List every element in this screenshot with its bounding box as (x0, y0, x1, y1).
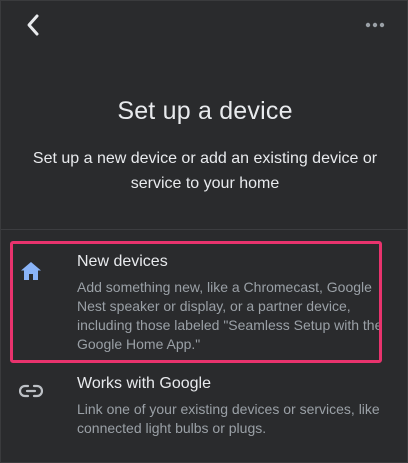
page-header: Set up a device Set up a new device or a… (1, 97, 408, 196)
more-horizontal-icon (365, 22, 385, 28)
works-with-google-option[interactable]: Works with Google Link one of your exist… (1, 371, 408, 441)
works-with-google-label: Works with Google (77, 375, 211, 392)
page-subtitle: Set up a new device or add an existing d… (32, 150, 378, 192)
chevron-left-icon (27, 14, 39, 36)
new-devices-label: New devices (77, 253, 168, 270)
app-screen: Set up a device Set up a new device or a… (0, 0, 408, 463)
more-options-button[interactable] (361, 13, 389, 37)
link-icon (19, 379, 43, 403)
works-with-google-text: Works with Google Link one of your exist… (77, 374, 395, 438)
back-button[interactable] (19, 11, 47, 39)
page-title: Set up a device (117, 97, 293, 125)
new-devices-option[interactable]: New devices Add something new, like a Ch… (1, 249, 408, 359)
home-icon (19, 259, 43, 283)
new-devices-text: New devices Add something new, like a Ch… (77, 252, 395, 354)
works-with-google-description: Link one of your existing devices or ser… (77, 401, 380, 436)
divider (1, 229, 408, 230)
new-devices-description: Add something new, like a Chromecast, Go… (77, 279, 383, 352)
